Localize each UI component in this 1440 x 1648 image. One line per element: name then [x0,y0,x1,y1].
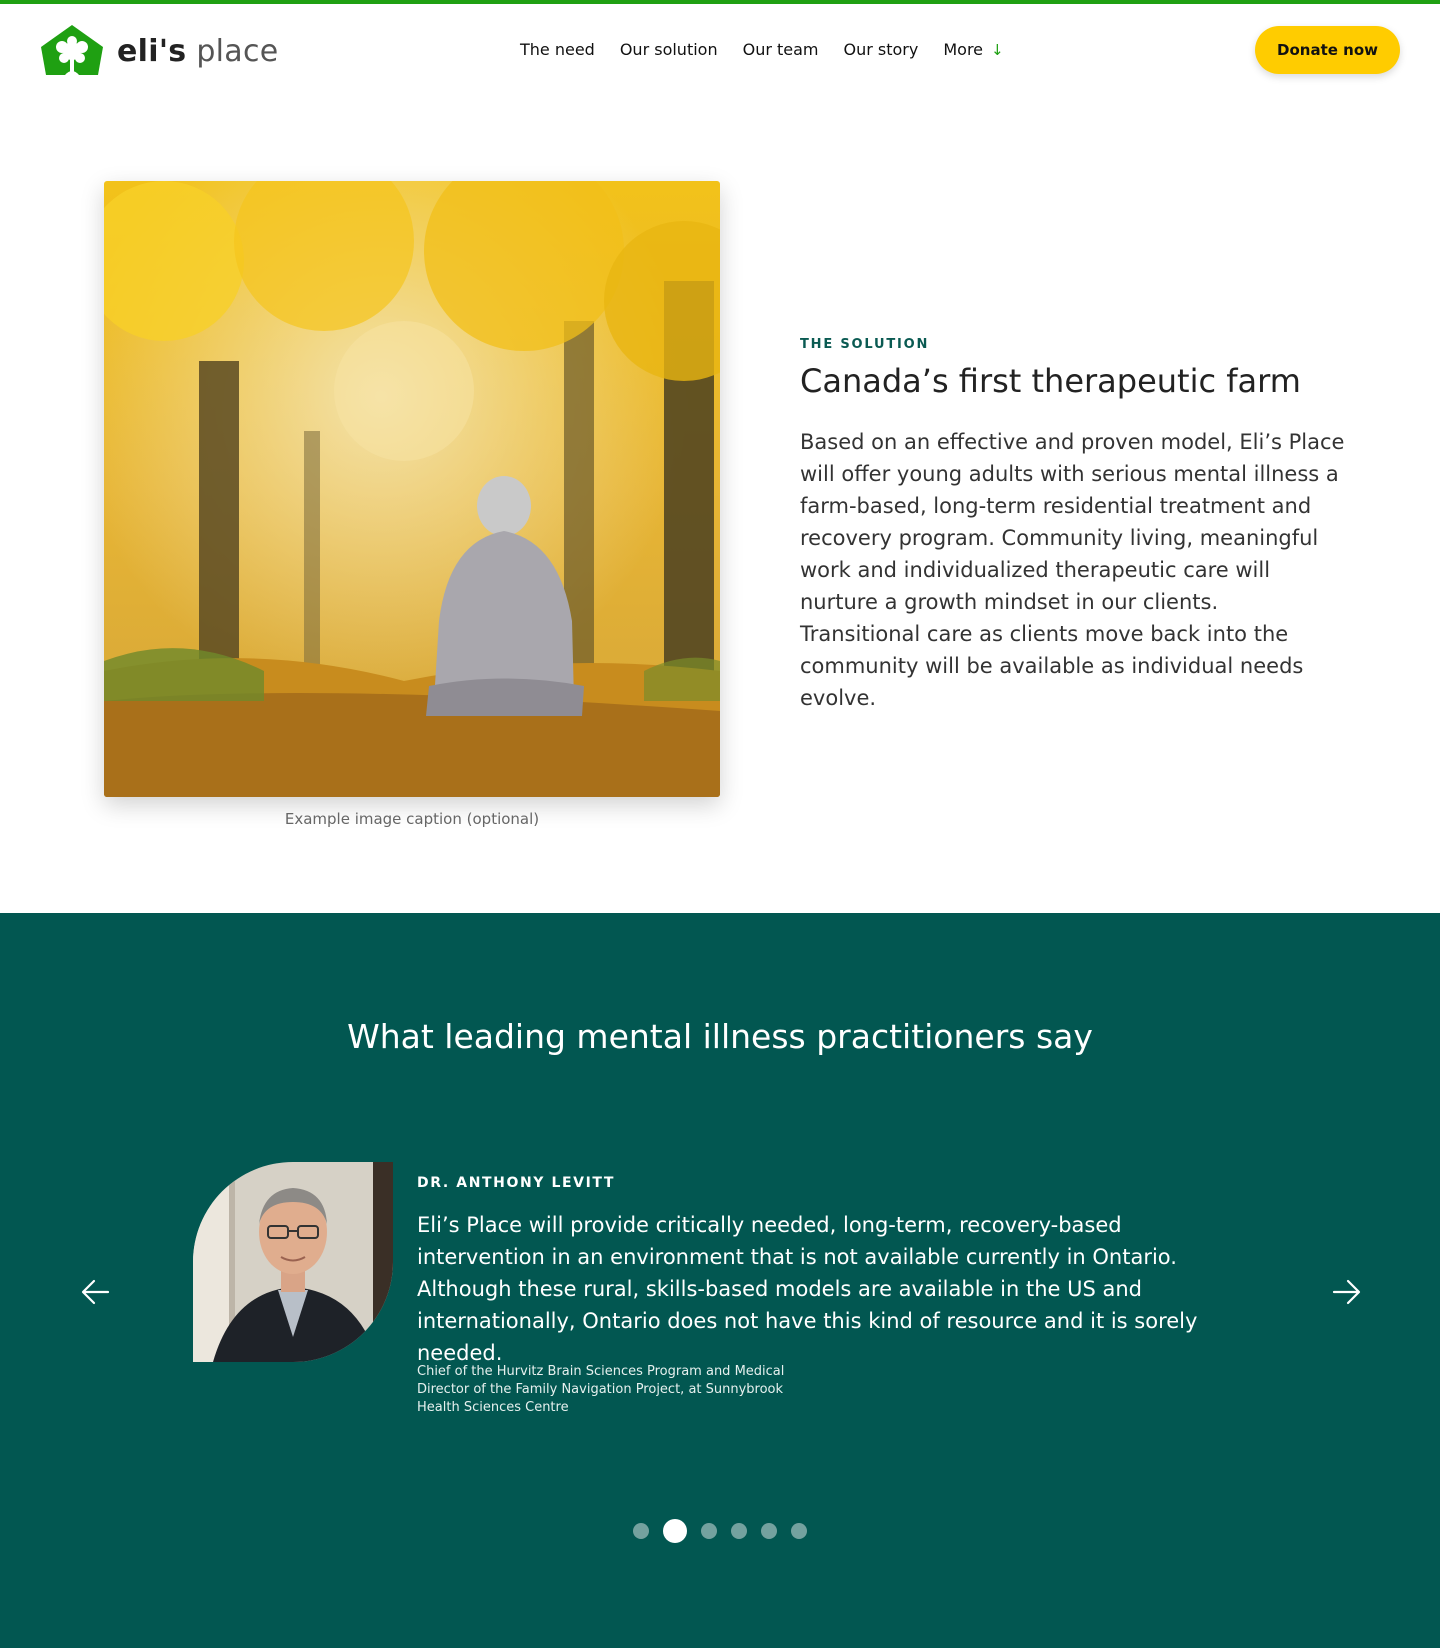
carousel-next-button[interactable] [1326,1272,1366,1312]
testimonial-role: Chief of the Hurvitz Brain Sciences Prog… [417,1364,785,1415]
carousel-dot[interactable] [663,1519,687,1543]
carousel-dot[interactable] [791,1523,807,1539]
carousel-pagination [0,1519,1440,1543]
logo-name-bold: eli's [117,34,187,69]
carousel-dot[interactable] [633,1523,649,1539]
nav-item-our-solution[interactable]: Our solution [620,40,718,59]
main-nav: The need Our solution Our team Our story… [520,40,1004,59]
site-logo[interactable]: eli's place [39,23,279,81]
testimonial-name: DR. ANTHONY LEVITT [417,1175,616,1191]
carousel-dot[interactable] [761,1523,777,1539]
image-caption: Example image caption (optional) [284,810,540,828]
doctor-portrait-image [193,1162,393,1362]
carousel-dot[interactable] [731,1523,747,1539]
nav-item-our-team[interactable]: Our team [743,40,819,59]
solution-photo [104,181,720,797]
logo-wordmark: eli's place [117,37,279,67]
testimonials-heading: What leading mental illness practitioner… [347,1017,1093,1056]
nav-item-the-need[interactable]: The need [520,40,595,59]
arrow-right-icon [1332,1279,1361,1305]
carousel-prev-button[interactable] [76,1272,116,1312]
carousel-dot[interactable] [701,1523,717,1539]
logo-name-light: place [196,34,279,69]
house-tree-logo-icon [41,25,103,75]
section-body: Based on an effective and proven model, … [800,430,1345,710]
nav-item-our-story[interactable]: Our story [844,40,919,59]
testimonial-quote: Eli’s Place will provide critically need… [417,1213,1198,1365]
nav-item-more[interactable]: More ↓ [943,40,1003,59]
testimonial-avatar [193,1162,393,1362]
autumn-forest-person-image [104,181,720,797]
arrow-left-icon [81,1279,110,1305]
section-title: Canada’s first therapeutic farm [800,362,1301,400]
donate-button[interactable]: Donate now [1255,26,1400,74]
site-header: eli's place The need Our solution Our te… [0,4,1440,92]
section-eyebrow: THE SOLUTION [800,337,930,352]
arrow-down-icon: ↓ [991,40,1004,59]
nav-item-more-label: More [943,40,984,59]
